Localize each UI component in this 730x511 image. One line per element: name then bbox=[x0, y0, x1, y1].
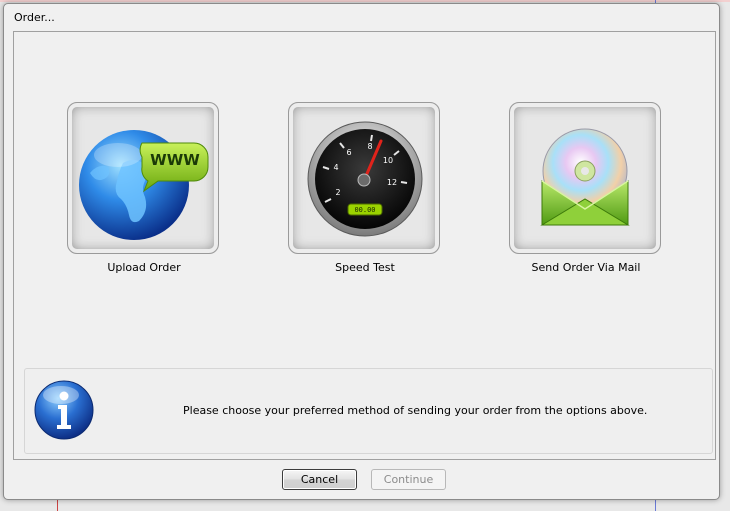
gauge-tick-label: 6 bbox=[346, 148, 351, 157]
gauge-tick-label: 2 bbox=[335, 188, 340, 197]
background-line bbox=[57, 500, 58, 511]
gauge-tick-label: 10 bbox=[383, 156, 393, 165]
send-order-via-mail-option[interactable]: Send Order Via Mail bbox=[509, 102, 663, 274]
order-dialog: Order... WWW Upload Order 2 4 6 8 10 12 … bbox=[3, 3, 720, 500]
www-badge-text: WWW bbox=[150, 151, 200, 169]
dialog-content: WWW Upload Order 2 4 6 8 10 12 00.00 Spe… bbox=[13, 31, 716, 460]
upload-order-tile[interactable]: WWW bbox=[67, 102, 219, 254]
continue-button[interactable]: Continue bbox=[371, 469, 446, 490]
globe-www-icon: WWW bbox=[79, 130, 209, 240]
speed-test-label: Speed Test bbox=[335, 261, 395, 274]
info-icon bbox=[34, 380, 94, 440]
speed-test-tile[interactable]: 2 4 6 8 10 12 00.00 bbox=[288, 102, 440, 254]
send-order-via-mail-label: Send Order Via Mail bbox=[531, 261, 641, 274]
info-panel: Please choose your preferred method of s… bbox=[24, 368, 713, 454]
info-message: Please choose your preferred method of s… bbox=[183, 404, 648, 417]
gauge-readout: 00.00 bbox=[354, 206, 375, 214]
send-order-via-mail-tile[interactable] bbox=[509, 102, 661, 254]
gauge-tick-label: 4 bbox=[333, 163, 338, 172]
upload-order-label: Upload Order bbox=[107, 261, 181, 274]
speedometer-icon: 2 4 6 8 10 12 00.00 bbox=[307, 121, 423, 237]
speed-test-option[interactable]: 2 4 6 8 10 12 00.00 Speed Test bbox=[288, 102, 442, 274]
gauge-tick-label: 8 bbox=[367, 142, 372, 151]
cd-envelope-icon bbox=[540, 128, 630, 226]
cancel-button[interactable]: Cancel bbox=[282, 469, 357, 490]
upload-order-option[interactable]: WWW Upload Order bbox=[67, 102, 221, 274]
background-line bbox=[0, 0, 730, 2]
gauge-tick-label: 12 bbox=[387, 178, 397, 187]
dialog-title: Order... bbox=[14, 11, 55, 24]
